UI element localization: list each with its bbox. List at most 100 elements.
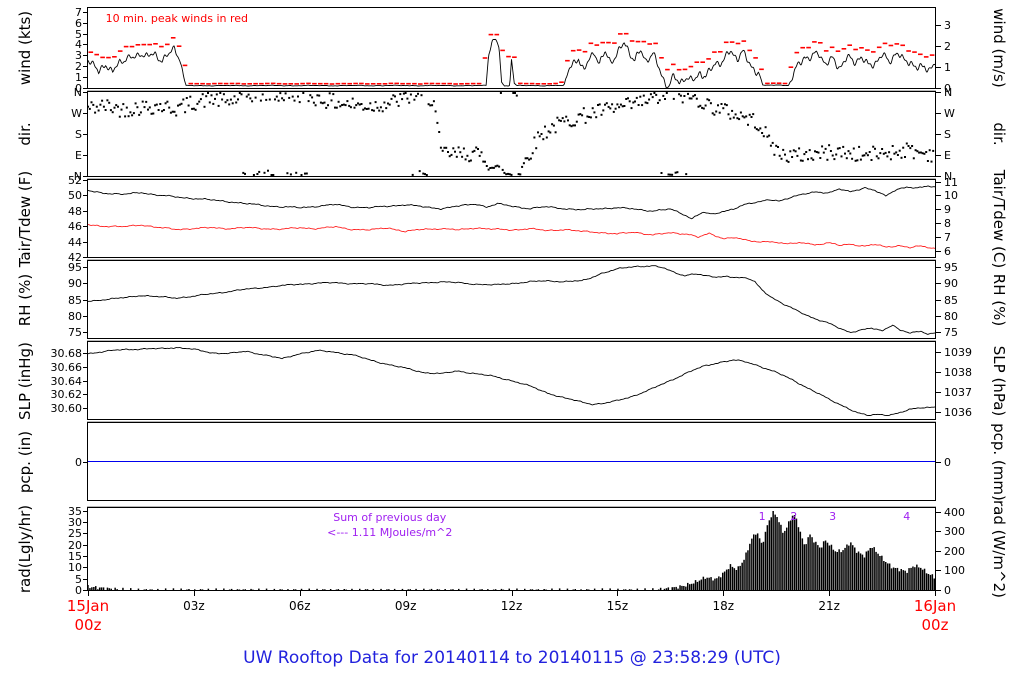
tair-left-tick <box>83 241 88 243</box>
wind-left-tick <box>83 22 88 24</box>
slp-left-tick <box>83 394 88 395</box>
x-axis-tick-label: 15z <box>606 599 629 613</box>
rad-left-axis-title: rad(Lgly/hr) <box>16 504 34 594</box>
wind_speed-series <box>88 38 935 88</box>
start-date-line2: 00z <box>74 616 102 634</box>
rh-left-tick <box>83 331 88 333</box>
slp-right-tick <box>936 372 941 374</box>
tair-left-tick <box>83 226 88 228</box>
x-axis-tick <box>299 591 301 596</box>
rad-right-tick <box>936 511 941 513</box>
x-axis-tick <box>88 591 89 596</box>
tair-right-tick <box>936 236 941 238</box>
slp-left-tick <box>83 407 88 409</box>
rad-right-tick <box>936 570 941 572</box>
dir-right-tick <box>936 134 941 135</box>
slp-right-tick <box>936 412 941 414</box>
rh-panel <box>87 260 936 339</box>
wind_direction-series <box>88 92 935 176</box>
tair-left-tick <box>83 257 88 258</box>
pcp-panel <box>87 422 936 501</box>
x-axis-tick <box>617 591 619 596</box>
rad-left-tick <box>83 555 88 557</box>
slp-left-tick <box>83 380 88 382</box>
rad-hour-mark-1: 1 <box>758 510 766 523</box>
wind-left-tick <box>83 33 88 35</box>
rh-right-tick <box>936 267 941 269</box>
rad-right-tick <box>936 550 941 552</box>
x-axis-tick <box>723 591 725 596</box>
peak_wind_10min-series <box>88 32 935 85</box>
wind-left-tick <box>83 11 88 13</box>
rad-hour-mark-2: 2 <box>790 510 798 523</box>
rad-left-tick <box>83 544 88 546</box>
tair-right-tick <box>936 223 941 225</box>
tair-plot <box>88 185 935 249</box>
dir-left-tick <box>83 113 88 114</box>
dir-panel <box>87 91 936 177</box>
wind-right-tick <box>936 66 941 68</box>
wind-left-tick <box>83 88 88 89</box>
tair-right-tick <box>936 209 941 211</box>
rad-left-tick <box>83 510 88 512</box>
rh-plot <box>88 265 935 335</box>
dir-right-tick <box>936 92 941 93</box>
rh-left-tick <box>83 283 88 285</box>
x-axis-tick-label: 06z <box>288 599 311 613</box>
rh-right-tick <box>936 331 941 333</box>
tair-series <box>88 185 935 220</box>
dir-right-tick <box>936 113 941 114</box>
start-date-line1: 15Jan <box>66 597 110 615</box>
rh-left-tick <box>83 315 88 317</box>
x-axis-tick-label: 21z <box>818 599 840 613</box>
rad-left-tick <box>83 533 88 535</box>
rad-annotation-0: Sum of previous day <box>333 511 447 525</box>
rad-hour-mark-3: 3 <box>829 510 837 523</box>
rh-right-tick <box>936 299 941 301</box>
tair-left-tick <box>83 180 88 181</box>
tair-left-tick <box>83 195 88 197</box>
pcp-right-tick <box>936 461 941 463</box>
solar_radiation-series <box>88 511 935 590</box>
sea_level_pressure-series <box>88 347 935 417</box>
rh-right-tick <box>936 315 941 317</box>
slp-plot <box>88 347 935 417</box>
rad-left-tick <box>83 567 88 569</box>
x-axis-tick <box>935 591 936 596</box>
rad-right-tick <box>936 531 941 533</box>
tair-panel <box>87 179 936 258</box>
dir-left-tick <box>83 155 88 156</box>
dir-right-tick <box>936 155 941 156</box>
wind-left-tick <box>83 44 88 46</box>
uw-rooftop-weather-page: 0 1 2 3 4 5 6 7 0 1 2 3 wind (kts) wind (m/s) 10 min. … <box>0 0 1024 700</box>
dir-plot <box>88 92 935 176</box>
chart-title: UW Rooftop Data for 20140114 to 20140115… <box>243 648 781 668</box>
wind-left-tick <box>83 55 88 57</box>
rad-left-tick <box>83 578 88 580</box>
slp-left-tick <box>83 353 88 355</box>
wind-right-tick <box>936 45 941 47</box>
relative_humidity-series <box>88 265 935 335</box>
wind-left-tick <box>83 66 88 68</box>
rad-annotation-1: <--- 1.11 MJoules/m^2 <box>327 526 453 540</box>
wind-right-tick <box>936 24 941 26</box>
tair-right-tick <box>936 181 941 183</box>
end-date-line2: 00z <box>921 616 949 634</box>
wind-annotation: 10 min. peak winds in red <box>105 12 249 25</box>
rh-left-tick <box>83 299 88 301</box>
slp-right-tick <box>936 391 941 393</box>
end-date-line1: 16Jan <box>913 597 957 615</box>
dir-right-tick <box>936 176 941 177</box>
x-axis-end-date: 16Jan 00z <box>885 597 985 635</box>
rh-right-tick <box>936 283 941 285</box>
tdew-series <box>88 223 935 249</box>
rad-right-axis-title: rad (W/m^2) <box>990 500 1008 598</box>
rad-panel <box>87 507 936 591</box>
rad-hour-mark-4: 4 <box>903 510 911 523</box>
slp-panel <box>87 341 936 420</box>
wind-left-tick <box>83 77 88 79</box>
slp-right-tick <box>936 352 941 354</box>
rh-left-tick <box>83 267 88 269</box>
x-axis-tick <box>829 591 831 596</box>
pcp-plot <box>88 461 935 462</box>
